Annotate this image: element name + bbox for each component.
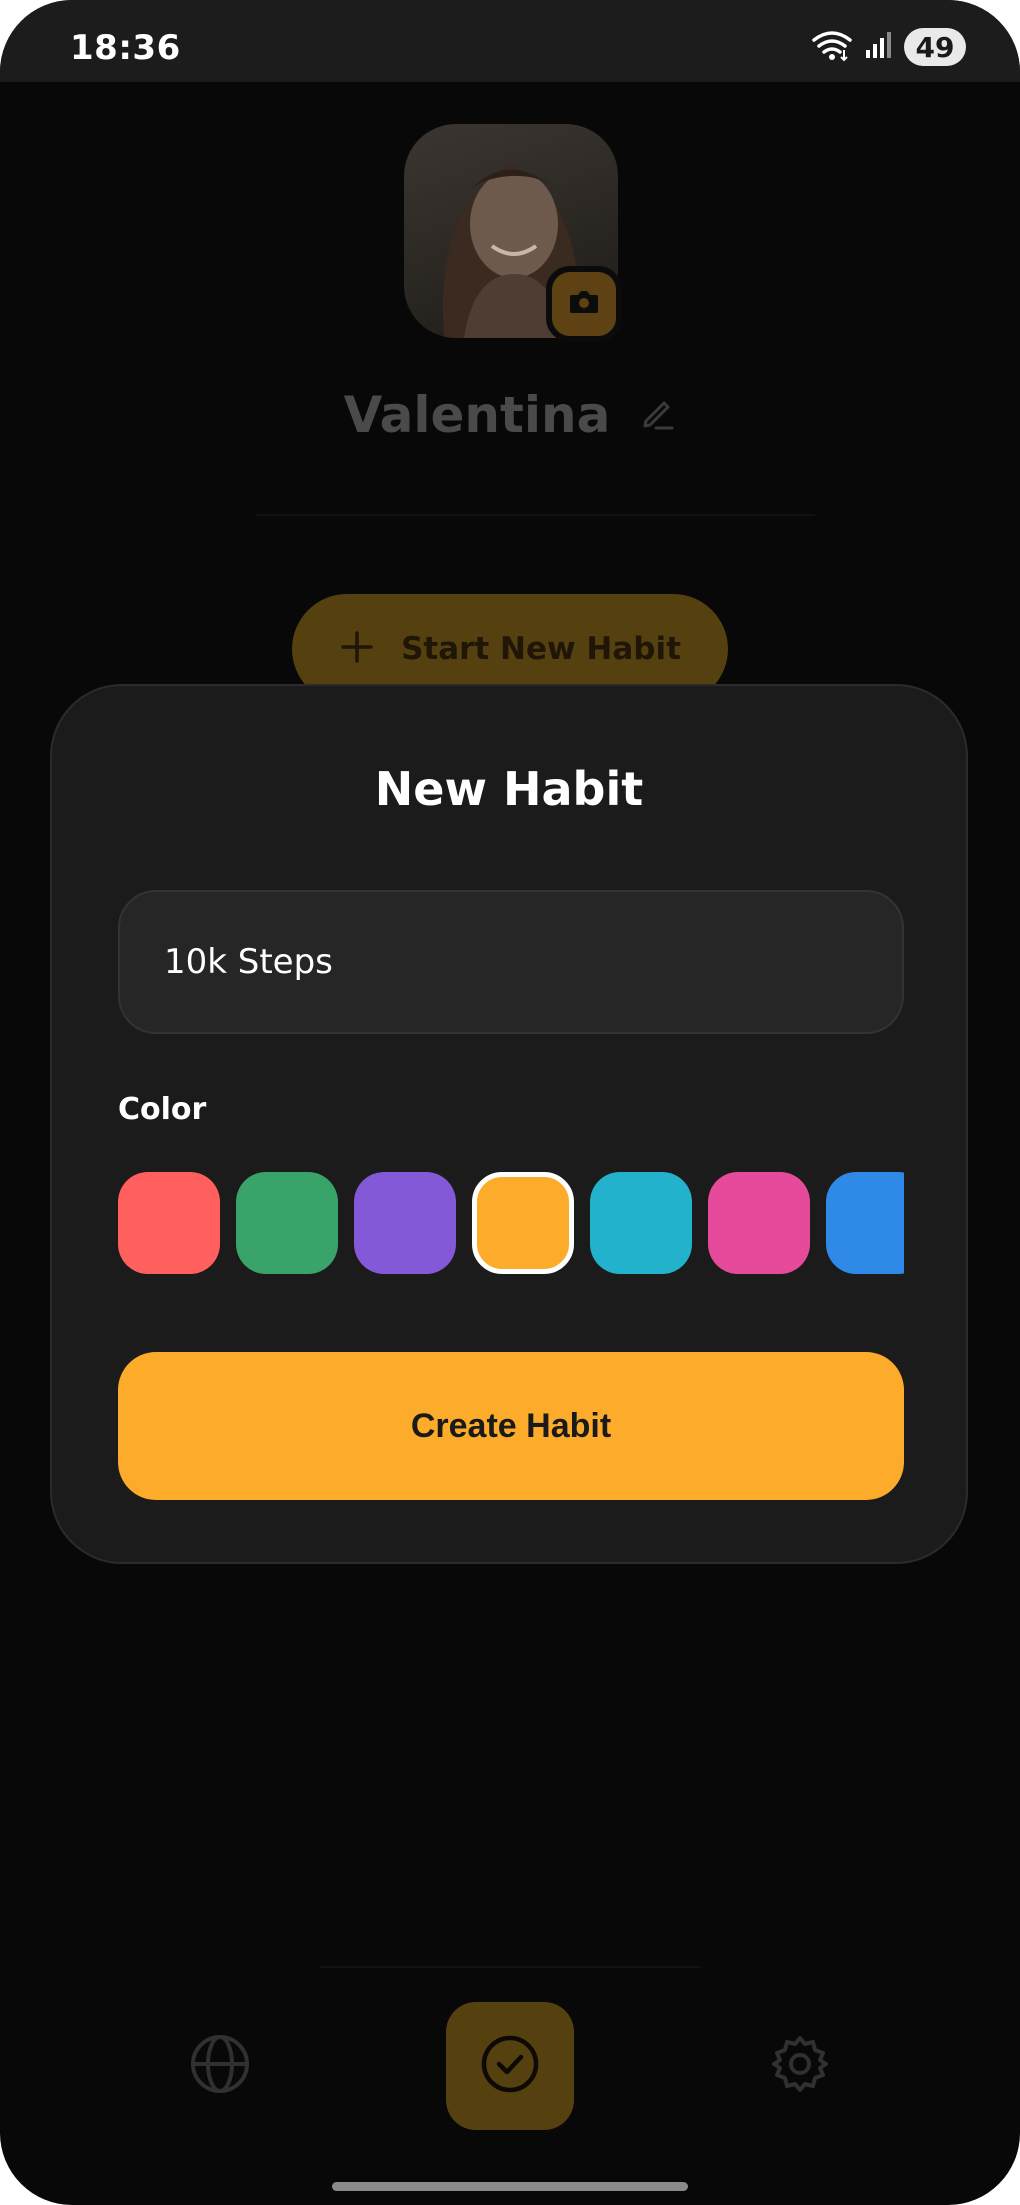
wifi-icon bbox=[810, 28, 854, 66]
nav-globe-button[interactable] bbox=[188, 2034, 252, 2098]
globe-icon bbox=[188, 2032, 252, 2100]
nav-divider bbox=[320, 1966, 700, 1968]
color-swatch[interactable] bbox=[590, 1172, 692, 1274]
start-new-habit-label: Start New Habit bbox=[401, 631, 681, 667]
nav-habits-button[interactable] bbox=[446, 2002, 574, 2130]
profile-name: Valentina bbox=[343, 386, 611, 444]
color-swatch-row bbox=[118, 1172, 904, 1276]
color-swatch[interactable] bbox=[708, 1172, 810, 1274]
status-bar: 18:36 49 bbox=[0, 0, 1020, 82]
profile-name-row: Valentina bbox=[0, 386, 1020, 444]
gear-icon bbox=[768, 2032, 832, 2100]
phone-screen: 18:36 49 Valentina Start New Habit New H… bbox=[0, 0, 1020, 2205]
status-icons: 49 bbox=[810, 28, 966, 66]
camera-icon bbox=[568, 288, 600, 320]
color-swatch[interactable] bbox=[472, 1172, 574, 1274]
nav-settings-button[interactable] bbox=[768, 2034, 832, 2098]
modal-title: New Habit bbox=[374, 762, 644, 816]
color-swatch[interactable] bbox=[236, 1172, 338, 1274]
status-time: 18:36 bbox=[70, 28, 181, 68]
avatar-container bbox=[404, 124, 622, 342]
section-divider bbox=[255, 514, 815, 516]
new-habit-modal: New Habit Color Create Habit bbox=[50, 684, 968, 1564]
color-label: Color bbox=[118, 1092, 207, 1127]
change-photo-button[interactable] bbox=[546, 266, 622, 342]
check-circle-icon bbox=[479, 2033, 541, 2099]
color-swatch[interactable] bbox=[826, 1172, 904, 1274]
habit-name-input[interactable] bbox=[118, 890, 904, 1034]
color-swatch[interactable] bbox=[118, 1172, 220, 1274]
signal-icon bbox=[864, 30, 894, 64]
create-habit-button[interactable]: Create Habit bbox=[118, 1352, 904, 1500]
color-swatch[interactable] bbox=[354, 1172, 456, 1274]
edit-icon[interactable] bbox=[640, 395, 676, 435]
battery-indicator: 49 bbox=[904, 28, 966, 66]
plus-icon bbox=[339, 629, 375, 669]
home-indicator bbox=[332, 2182, 688, 2191]
